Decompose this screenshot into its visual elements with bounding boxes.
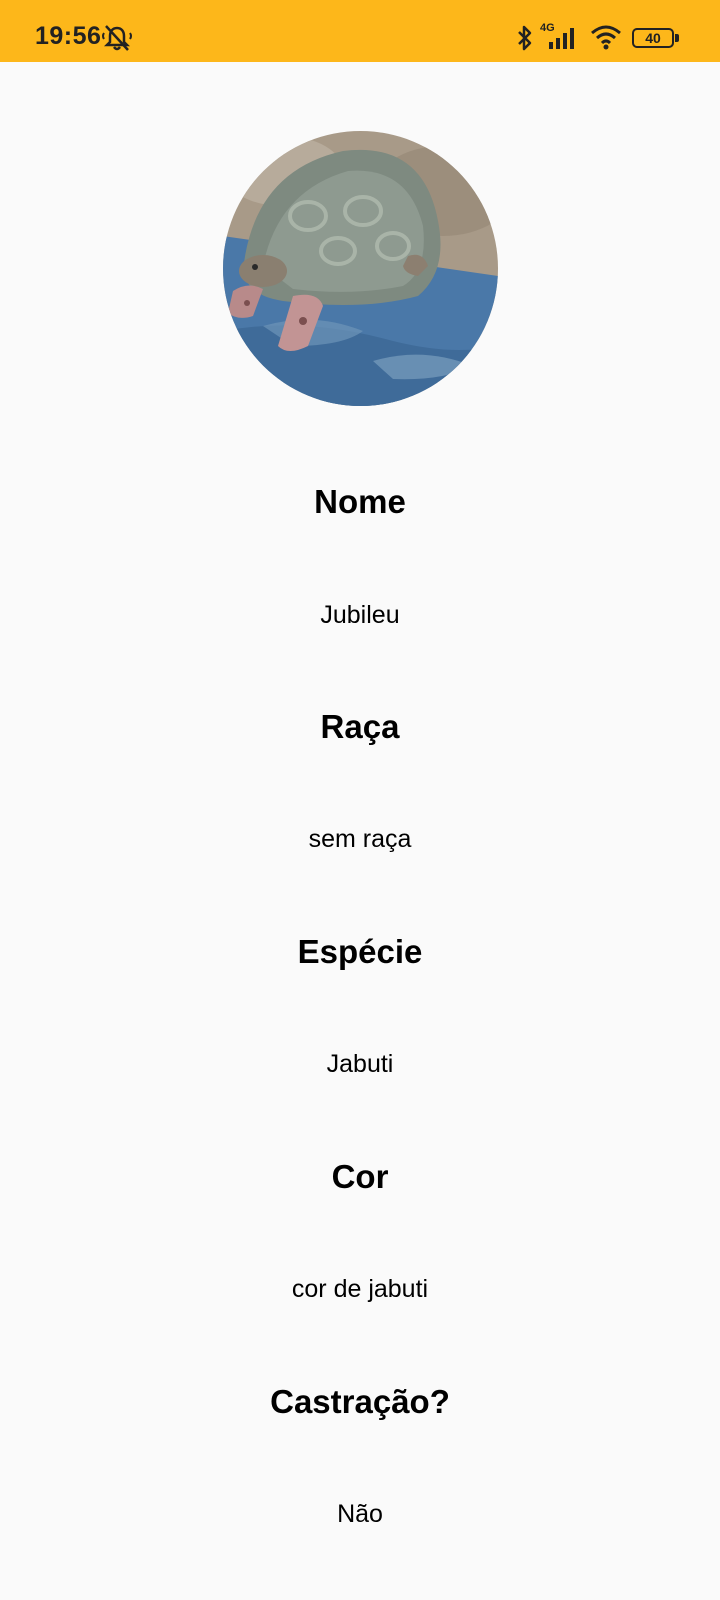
battery-level: 40	[645, 30, 661, 46]
field-value-nome: Jubileu	[320, 601, 400, 629]
battery-tip	[675, 34, 679, 42]
field-value-especie: Jabuti	[326, 1050, 394, 1078]
field-label-castracao: Castração?	[270, 1383, 450, 1420]
field-label-raca: Raça	[320, 708, 400, 745]
field-value-castracao: Não	[337, 1500, 383, 1528]
status-time: 19:56	[35, 22, 102, 50]
bluetooth-icon	[518, 25, 532, 51]
field-value-raca: sem raça	[308, 825, 412, 853]
turtle-photo-icon	[223, 131, 498, 406]
field-value-cor: cor de jabuti	[291, 1275, 429, 1303]
pet-avatar	[223, 131, 498, 406]
signal-icon	[549, 28, 574, 49]
wifi-icon	[591, 25, 621, 50]
field-label-nome: Nome	[314, 483, 406, 520]
status-bar: 19:56 4G 40	[0, 0, 720, 62]
field-label-cor: Cor	[331, 1158, 389, 1195]
notifications-muted-icon	[102, 25, 132, 51]
battery-icon: 40	[632, 28, 674, 48]
field-label-especie: Espécie	[297, 933, 423, 970]
